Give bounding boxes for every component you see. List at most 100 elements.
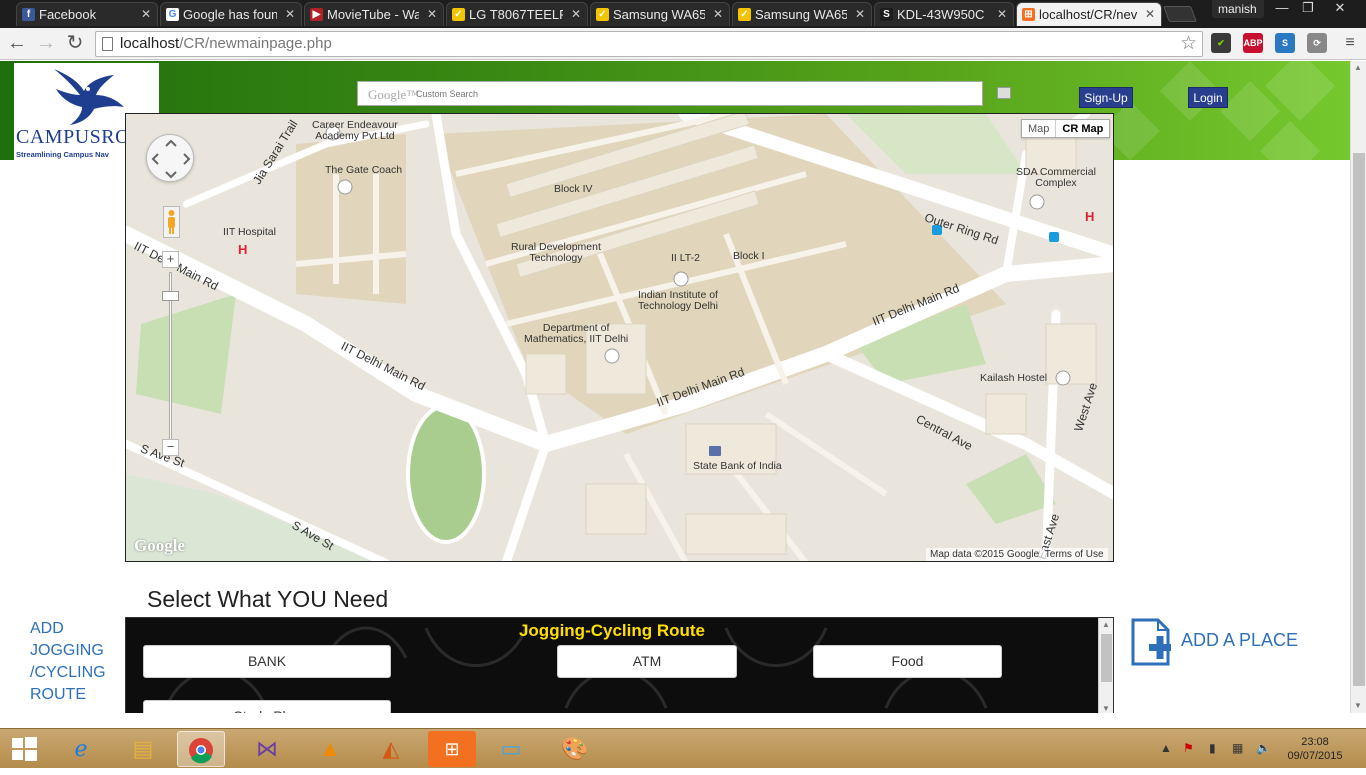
extension-s-icon[interactable]: S xyxy=(1275,33,1295,53)
zoom-out-button[interactable]: − xyxy=(162,439,179,456)
category-bank-button[interactable]: BANK xyxy=(143,645,391,678)
map-attribution: Map data ©2015 Google Terms of Use xyxy=(926,548,1108,561)
logo-tagline: Streamlining Campus Nav xyxy=(16,150,109,159)
reload-icon[interactable]: ↻ xyxy=(63,32,87,56)
scroll-down-icon[interactable]: ▼ xyxy=(1102,704,1110,713)
terms-of-use-link[interactable]: Terms of Use xyxy=(1045,549,1104,560)
action-center-icon[interactable]: ⚑ xyxy=(1183,741,1194,755)
add-place-icon[interactable] xyxy=(1130,618,1176,668)
scroll-down-icon[interactable]: ▼ xyxy=(1354,701,1362,710)
url-text[interactable]: localhost/CR/newmainpage.php xyxy=(120,35,332,52)
file-explorer-icon[interactable]: ▤ xyxy=(119,731,167,767)
adblock-icon[interactable]: ABP xyxy=(1243,33,1263,53)
add-place-link[interactable]: ADD A PLACE xyxy=(1181,630,1298,651)
place-iit-delhi[interactable]: Indian Institute of Technology Delhi xyxy=(638,290,718,312)
matlab-icon[interactable]: ◭ xyxy=(367,731,415,767)
start-windows-icon[interactable] xyxy=(2,731,46,767)
browser-tab[interactable]: ✓ Samsung WA65H ✕ xyxy=(590,2,730,26)
select-heading: Select What YOU Need xyxy=(147,586,389,612)
google-logo: Google xyxy=(134,536,185,555)
scroll-up-icon[interactable]: ▲ xyxy=(1354,63,1362,72)
zoom-in-button[interactable]: + xyxy=(162,251,179,268)
browser-tab[interactable]: G Google has found ✕ xyxy=(160,2,302,26)
address-bar[interactable]: localhost/CR/newmainpage.php ☆ xyxy=(95,31,1203,57)
map-data-credit: Map data ©2015 Google xyxy=(930,549,1040,560)
close-window-icon[interactable]: ✕ xyxy=(1326,0,1354,18)
tab-close-icon[interactable]: ✕ xyxy=(427,7,437,21)
profile-name[interactable]: manish xyxy=(1212,0,1264,18)
browser-tab[interactable]: f Facebook ✕ xyxy=(16,2,158,26)
category-food-button[interactable]: Food xyxy=(813,645,1002,678)
add-jogging-route-link[interactable]: ADD JOGGING /CYCLING ROUTE xyxy=(30,618,120,706)
back-icon[interactable]: ← xyxy=(5,32,29,56)
browser-tab[interactable]: ▶ MovieTube - Wa ✕ xyxy=(304,2,444,26)
zoom-slider-handle[interactable] xyxy=(162,291,179,301)
place-rural-development[interactable]: Rural Development Technology xyxy=(511,242,601,264)
tab-close-icon[interactable]: ✕ xyxy=(285,7,295,21)
campus-map[interactable]: H H Career Endeavour Academy Pvt Ltd The … xyxy=(125,113,1114,562)
scroll-up-icon[interactable]: ▲ xyxy=(1102,620,1110,629)
notes-app-icon[interactable]: ▭ xyxy=(487,731,535,767)
panel-scroll-thumb[interactable] xyxy=(1101,634,1112,682)
browser-tab[interactable]: S KDL-43W950C : V ✕ xyxy=(874,2,1014,26)
bookmark-star-icon[interactable]: ☆ xyxy=(1180,32,1197,55)
browser-tab[interactable]: ✓ LG T8067TEELR 7 ✕ xyxy=(446,2,588,26)
tab-close-icon[interactable]: ✕ xyxy=(855,7,865,21)
show-hidden-icons-icon[interactable]: ▲ xyxy=(1160,741,1172,755)
place-sda-complex[interactable]: SDA Commercial Complex xyxy=(1016,167,1096,189)
new-tab-button[interactable] xyxy=(1163,6,1197,22)
place-block-i[interactable]: Block I xyxy=(733,251,765,262)
place-block-iv[interactable]: Block IV xyxy=(554,184,593,195)
extension-check-icon[interactable]: ✔ xyxy=(1211,33,1231,53)
tab-close-icon[interactable]: ✕ xyxy=(713,7,723,21)
place-gate-coach[interactable]: The Gate Coach xyxy=(325,165,402,176)
street-view-pegman-icon[interactable] xyxy=(163,206,180,238)
place-maths-department[interactable]: Department of Mathematics, IIT Delhi xyxy=(524,323,628,345)
volume-icon[interactable]: 🔈 xyxy=(1256,741,1271,755)
vlc-icon[interactable]: ▲ xyxy=(306,731,354,767)
place-kailash-hostel[interactable]: Kailash Hostel xyxy=(980,373,1047,384)
category-panel: Jogging-Cycling Route BANK ATM Food Stud… xyxy=(125,617,1114,713)
browser-toolbar: ← → ↻ localhost/CR/newmainpage.php ☆ ✔ A… xyxy=(0,28,1366,60)
tab-close-icon[interactable]: ✕ xyxy=(1145,7,1155,21)
place-career-endeavour[interactable]: Career Endeavour Academy Pvt Ltd xyxy=(312,120,398,142)
search-input[interactable]: Google™ Custom Search xyxy=(357,81,983,106)
minimize-icon[interactable]: — xyxy=(1268,0,1296,18)
tab-close-icon[interactable]: ✕ xyxy=(571,7,581,21)
tab-label: Samsung WA65H xyxy=(613,7,705,22)
place-lt2[interactable]: II LT-2 xyxy=(671,253,700,264)
page-scrollbar[interactable]: ▲ ▼ xyxy=(1350,61,1366,713)
tab-close-icon[interactable]: ✕ xyxy=(997,7,1007,21)
category-atm-button[interactable]: ATM xyxy=(557,645,737,678)
system-clock[interactable]: 23:08 09/07/2015 xyxy=(1280,735,1350,763)
tab-close-icon[interactable]: ✕ xyxy=(141,7,151,21)
browser-tab[interactable]: ✓ Samsung WA65H ✕ xyxy=(732,2,872,26)
search-button[interactable] xyxy=(997,87,1011,99)
place-iit-hospital[interactable]: IIT Hospital xyxy=(223,227,276,238)
network-icon[interactable]: ▦ xyxy=(1232,741,1243,755)
tab-favicon-icon: ▶ xyxy=(310,8,323,21)
tab-label: Google has found xyxy=(183,7,277,22)
login-button[interactable]: Login xyxy=(1188,87,1228,108)
chrome-icon[interactable] xyxy=(177,731,225,767)
browser-tab[interactable]: ⊞ localhost/CR/nev ✕ xyxy=(1016,2,1162,26)
signup-button[interactable]: Sign-Up xyxy=(1079,87,1133,108)
power-icon[interactable]: ▮ xyxy=(1209,741,1216,755)
map-pan-control[interactable] xyxy=(146,134,194,182)
extension-sync-icon[interactable]: ⟳ xyxy=(1307,33,1327,53)
internet-explorer-icon[interactable]: ℯ xyxy=(57,731,105,767)
xampp-icon[interactable]: ⊞ xyxy=(428,731,476,767)
visual-studio-icon[interactable]: ⋈ xyxy=(243,731,291,767)
maximize-icon[interactable]: ❐ xyxy=(1294,0,1322,18)
paint-icon[interactable]: 🎨 xyxy=(551,731,599,767)
map-type-map[interactable]: Map xyxy=(1022,120,1055,137)
svg-text:H: H xyxy=(238,242,247,257)
page-scroll-thumb[interactable] xyxy=(1353,153,1365,686)
place-state-bank[interactable]: State Bank of India xyxy=(693,461,782,472)
menu-icon[interactable]: ≡ xyxy=(1340,33,1360,53)
forward-icon[interactable]: → xyxy=(34,32,58,56)
panel-scrollbar[interactable]: ▲ ▼ xyxy=(1098,618,1113,713)
category-study-place-button[interactable]: Study Plac xyxy=(143,700,391,713)
map-type-cr-map[interactable]: CR Map xyxy=(1055,120,1109,137)
browser-tab-strip: f Facebook ✕ G Google has found ✕ ▶ MovieTube -… xyxy=(0,0,1366,28)
